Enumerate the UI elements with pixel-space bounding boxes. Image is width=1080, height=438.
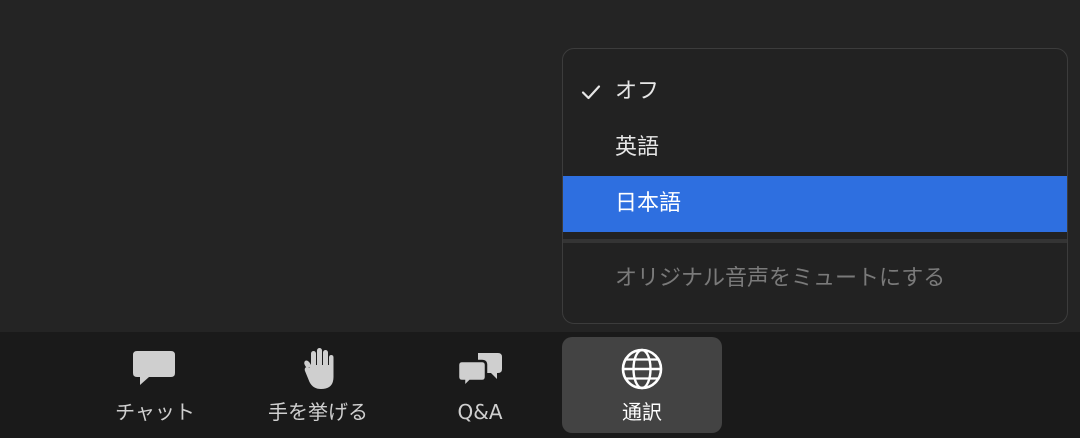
raise-hand-button-label: 手を挙げる: [268, 400, 368, 424]
menu-item-label: オリジナル音声をミュートにする: [615, 266, 946, 291]
qa-bubbles-icon: [456, 347, 504, 391]
menu-item-japanese[interactable]: 日本語: [563, 176, 1067, 232]
interpretation-button-label: 通訳: [622, 400, 662, 424]
menu-item-label: オフ: [615, 79, 660, 104]
qa-button[interactable]: Q&A: [400, 337, 560, 433]
raise-hand-icon: [294, 347, 342, 391]
chat-button-label: チャット: [115, 400, 195, 424]
meeting-toolbar: チャット 手を挙げる Q&A 通訳: [0, 332, 1080, 438]
chat-bubble-icon: [131, 347, 179, 391]
menu-item-off[interactable]: オフ: [563, 64, 1067, 120]
interpretation-menu: オフ 英語 日本語 オリジナル音声をミュートにする: [562, 48, 1068, 324]
globe-icon: [618, 347, 666, 391]
checkmark-icon: [579, 80, 603, 104]
chat-button[interactable]: チャット: [75, 337, 235, 433]
interpretation-button[interactable]: 通訳: [562, 337, 722, 433]
menu-item-english[interactable]: 英語: [563, 120, 1067, 176]
raise-hand-button[interactable]: 手を挙げる: [238, 337, 398, 433]
menu-item-label: 日本語: [615, 191, 682, 216]
menu-item-label: 英語: [615, 135, 660, 160]
qa-button-label: Q&A: [457, 400, 503, 424]
menu-item-mute-original-audio[interactable]: オリジナル音声をミュートにする: [563, 251, 1067, 307]
menu-divider: [563, 239, 1067, 243]
